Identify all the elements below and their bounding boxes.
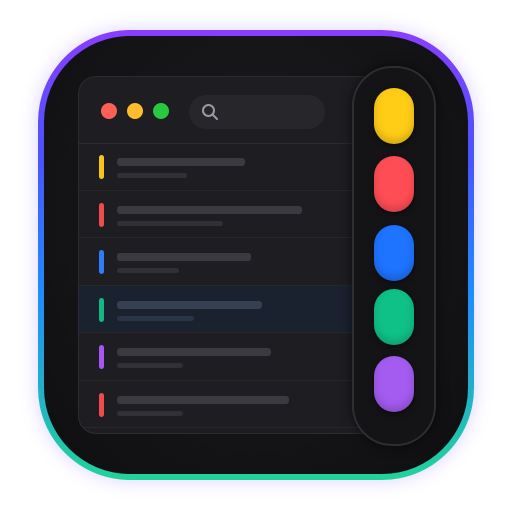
- purple-color-button[interactable]: [374, 356, 414, 412]
- item-subtitle-placeholder: [117, 410, 183, 416]
- color-tag: [99, 155, 104, 179]
- item-subtitle-placeholder: [117, 363, 183, 368]
- item-list: [79, 143, 379, 428]
- minimize-button[interactable]: [127, 103, 143, 119]
- item-title-placeholder: [117, 205, 302, 214]
- color-tag: [99, 392, 104, 417]
- color-tag: [99, 297, 104, 322]
- color-tag: [99, 202, 104, 227]
- color-tag: [99, 250, 104, 274]
- title-bar: [79, 77, 379, 144]
- search-icon: [202, 104, 218, 120]
- list-item[interactable]: [79, 143, 379, 191]
- close-button[interactable]: [101, 103, 117, 119]
- list-item[interactable]: [79, 285, 379, 333]
- search-field[interactable]: [189, 95, 325, 129]
- item-title-placeholder: [117, 348, 271, 356]
- item-title-placeholder: [117, 253, 251, 261]
- item-subtitle-placeholder: [117, 220, 223, 226]
- list-item[interactable]: [79, 238, 379, 286]
- list-item[interactable]: [79, 381, 379, 428]
- color-tag: [99, 345, 104, 369]
- list-item[interactable]: [79, 191, 379, 238]
- item-subtitle-placeholder: [117, 315, 194, 321]
- item-subtitle-placeholder: [117, 173, 187, 178]
- blue-color-button[interactable]: [374, 225, 414, 281]
- red-color-button[interactable]: [374, 156, 414, 212]
- yellow-color-button[interactable]: [374, 88, 414, 144]
- item-title-placeholder: [117, 395, 289, 404]
- green-color-button[interactable]: [374, 289, 414, 345]
- list-item[interactable]: [79, 333, 379, 381]
- item-subtitle-placeholder: [117, 268, 179, 273]
- app-window: [78, 76, 380, 434]
- color-picker-panel: [352, 66, 436, 446]
- zoom-button[interactable]: [153, 103, 169, 119]
- item-title-placeholder: [117, 300, 262, 309]
- item-title-placeholder: [117, 158, 245, 166]
